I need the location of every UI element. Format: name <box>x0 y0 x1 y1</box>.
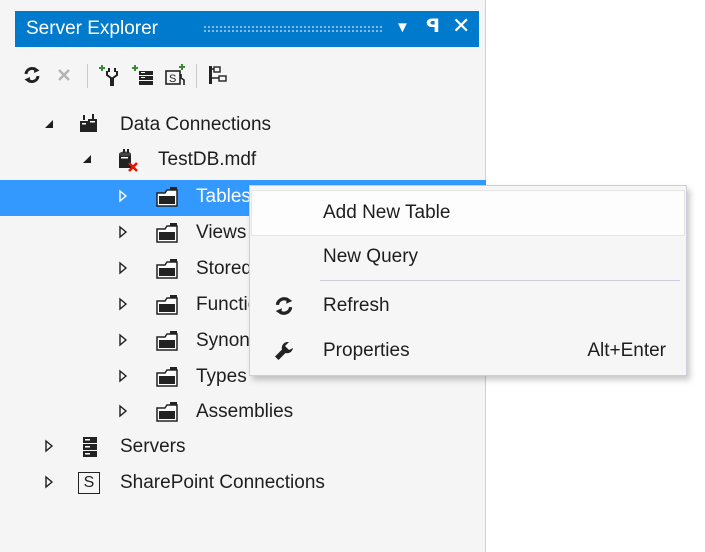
tree-item-data-connections[interactable]: Data Connections <box>0 108 486 144</box>
tree-item-label: Types <box>196 366 247 387</box>
menu-item-label: Properties <box>323 340 410 361</box>
wrench-icon <box>275 342 293 360</box>
collapsed-arrow-icon[interactable] <box>116 225 130 239</box>
collapsed-arrow-icon[interactable] <box>116 333 130 347</box>
database-disconnected-icon <box>119 149 138 172</box>
menu-item-shortcut: Alt+Enter <box>587 340 666 361</box>
expanded-arrow-icon[interactable] <box>80 152 94 166</box>
folder-icon <box>156 367 178 387</box>
menu-item-add-new-table[interactable]: Add New Table <box>251 190 685 236</box>
tree-item-sharepoint-connections[interactable]: S SharePoint Connections <box>0 466 486 502</box>
folder-icon <box>156 259 178 279</box>
tree-item-label: Assemblies <box>196 401 294 422</box>
tree-item-label: Data Connections <box>120 114 272 135</box>
menu-item-label: New Query <box>323 246 419 267</box>
tree-item-label: TestDB.mdf <box>158 149 257 170</box>
collapsed-arrow-icon[interactable] <box>116 297 130 311</box>
refresh-icon <box>275 297 293 315</box>
server-icon <box>83 437 97 457</box>
tree-item-label: SharePoint Connections <box>120 472 325 493</box>
tree-item-label: Servers <box>120 436 186 457</box>
menu-item-label: Refresh <box>323 295 390 316</box>
tree-item-label: Tables <box>196 186 251 207</box>
collapsed-arrow-icon[interactable] <box>42 439 56 453</box>
menu-item-label: Add New Table <box>323 202 451 223</box>
context-menu: Add New Table New Query Refresh Properti… <box>249 185 687 376</box>
collapsed-arrow-icon[interactable] <box>116 261 130 275</box>
sharepoint-icon: S <box>78 472 100 494</box>
collapsed-arrow-icon[interactable] <box>116 404 130 418</box>
tree-item-testdb[interactable]: TestDB.mdf <box>0 143 486 179</box>
tree-item-label: Views <box>196 222 247 243</box>
expanded-arrow-icon[interactable] <box>42 117 56 131</box>
menu-separator <box>320 280 680 281</box>
tree-item-assemblies[interactable]: Assemblies <box>0 395 486 431</box>
menu-item-new-query[interactable]: New Query <box>252 235 684 279</box>
data-connections-icon <box>80 114 97 132</box>
folder-icon <box>156 187 178 207</box>
folder-icon <box>156 402 178 422</box>
collapsed-arrow-icon[interactable] <box>116 369 130 383</box>
collapsed-arrow-icon[interactable] <box>116 189 130 203</box>
menu-item-properties[interactable]: Properties Alt+Enter <box>252 329 684 373</box>
tree-item-servers[interactable]: Servers <box>0 430 486 466</box>
collapsed-arrow-icon[interactable] <box>42 475 56 489</box>
menu-item-refresh[interactable]: Refresh <box>252 284 684 328</box>
folder-icon <box>156 223 178 243</box>
folder-icon <box>156 331 178 351</box>
folder-icon <box>156 295 178 315</box>
